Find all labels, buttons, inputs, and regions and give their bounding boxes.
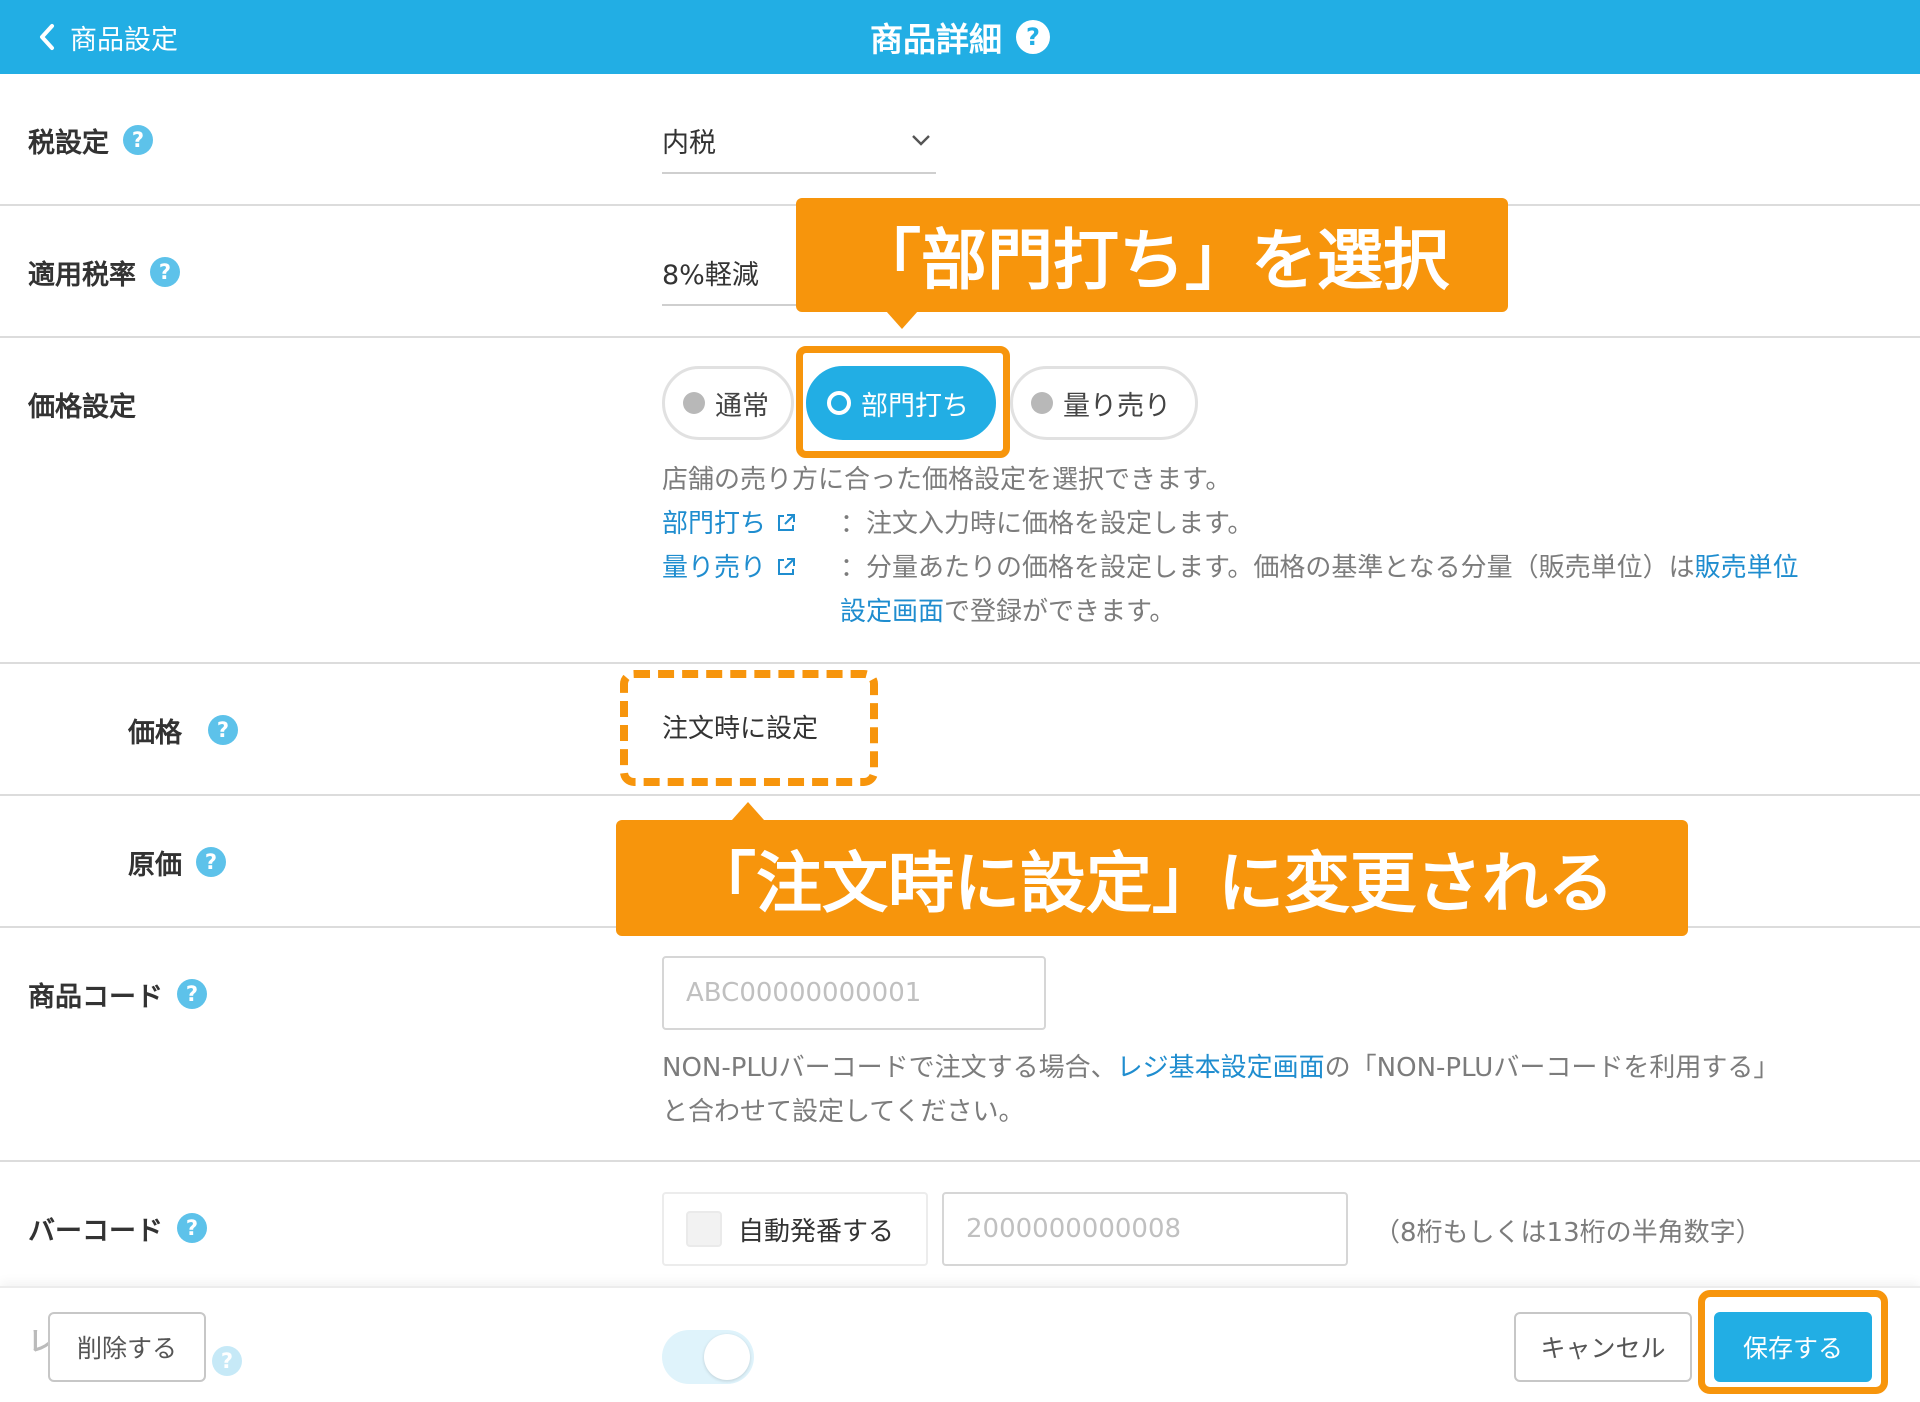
description-text: 店舗の売り方に合った価格設定を選択できます。: [662, 465, 1232, 495]
callout-pointer: [732, 802, 764, 820]
tax-setting-row: 税設定 ? 内税: [0, 74, 1920, 206]
product-code-label: 商品コード: [28, 981, 163, 1013]
help-icon[interactable]: ?: [150, 257, 180, 287]
callout-pointer: [886, 311, 918, 329]
department-line: 部門打ち ：注文入力時に価格を設定します。: [662, 502, 1892, 546]
barcode-row: バーコード ? 自動発番する 2000000000008 （8桁もしくは13桁の…: [0, 1162, 1920, 1292]
weight-text: ：分量あたりの価格を設定します。価格の基準となる分量（販売単位）は: [840, 553, 1695, 583]
chevron-down-icon: [912, 135, 930, 146]
help-icon[interactable]: ?: [1016, 20, 1050, 54]
note-before: NON-PLUバーコードで注文する場合、: [662, 1053, 1117, 1083]
cost-label: 原価: [128, 849, 182, 881]
cost-label-wrap: 原価 ?: [128, 842, 226, 882]
external-link-icon[interactable]: [774, 555, 798, 579]
note-line2: と合わせて設定してください。: [662, 1097, 1025, 1127]
external-link-icon[interactable]: [774, 511, 798, 535]
page-title-wrap: 商品詳細 ?: [0, 14, 1920, 60]
weight-link-wrap: 量り売り: [662, 546, 840, 634]
tax-rate-label-wrap: 適用税率 ?: [28, 252, 180, 292]
help-icon: ?: [212, 1346, 242, 1376]
cancel-button[interactable]: キャンセル: [1514, 1312, 1692, 1382]
price-label: 価格: [128, 717, 182, 749]
price-setting-label: 価格設定: [28, 391, 136, 423]
barcode-input[interactable]: 2000000000008: [942, 1192, 1348, 1266]
product-code-label-wrap: 商品コード ?: [28, 974, 207, 1014]
tax-setting-select[interactable]: 内税: [662, 108, 936, 174]
help-icon[interactable]: ?: [196, 847, 226, 877]
product-code-note: NON-PLUバーコードで注文する場合、レジ基本設定画面の「NON-PLUバーコ…: [662, 1046, 1902, 1134]
help-icon[interactable]: ?: [208, 715, 238, 745]
toggle-switch[interactable]: [662, 1330, 754, 1384]
price-setting-description: 店舗の売り方に合った価格設定を選択できます。 部門打ち ：注文入力時に価格を設定…: [662, 458, 1892, 634]
tax-setting-label-wrap: 税設定 ?: [28, 120, 153, 160]
register-settings-link[interactable]: レジ基本設定画面: [1117, 1053, 1325, 1083]
weight-text-wrap: ：分量あたりの価格を設定します。価格の基準となる分量（販売単位）は販売単位 設定…: [840, 546, 1880, 634]
delete-button[interactable]: 削除する: [48, 1312, 206, 1382]
department-text: ：注文入力時に価格を設定します。: [840, 509, 1254, 539]
price-option-weight[interactable]: 量り売り: [1010, 366, 1198, 440]
footer-bar: レ ? 削除する キャンセル 保存する: [0, 1286, 1920, 1402]
tax-setting-value: 内税: [662, 127, 716, 159]
price-label-wrap: 価格 ?: [128, 710, 238, 750]
barcode-label: バーコード: [28, 1215, 163, 1247]
sales-unit-link[interactable]: 販売単位: [1695, 553, 1799, 583]
help-icon[interactable]: ?: [123, 125, 153, 155]
price-setting-label-wrap: 価格設定: [28, 384, 136, 424]
product-code-row: 商品コード ? ABC00000000001 NON-PLUバーコードで注文する…: [0, 928, 1920, 1162]
department-link-wrap: 部門打ち: [662, 502, 840, 546]
price-option-normal[interactable]: 通常: [662, 366, 794, 440]
settings-screen-link[interactable]: 設定画面: [840, 597, 944, 627]
highlight-department-option: [796, 346, 1010, 458]
callout-price-changed: 「注文時に設定」に変更される: [616, 820, 1688, 936]
tax-setting-label: 税設定: [28, 127, 109, 159]
auto-number-label: 自動発番する: [738, 1216, 895, 1247]
page-title: 商品詳細: [870, 20, 1002, 59]
tax-rate-label: 適用税率: [28, 259, 136, 291]
price-row: 価格 ? 注文時に設定: [0, 664, 1920, 796]
department-link[interactable]: 部門打ち: [662, 509, 766, 539]
highlight-price-value: [620, 670, 878, 786]
auto-number-checkbox[interactable]: 自動発番する: [662, 1192, 928, 1266]
navigation-bar: 商品設定 商品詳細 ?: [0, 0, 1920, 74]
option-label: 通常: [715, 390, 769, 422]
note-after: の「NON-PLUバーコードを利用する」: [1324, 1053, 1780, 1083]
toggle-knob: [704, 1334, 750, 1380]
tax-rate-value: 8%軽減: [662, 259, 759, 291]
callout-select-department: 「部門打ち」を選択: [796, 198, 1508, 312]
option-label: 量り売り: [1063, 390, 1171, 422]
help-icon[interactable]: ?: [177, 979, 207, 1009]
product-code-input[interactable]: ABC00000000001: [662, 956, 1046, 1030]
radio-dot-icon: [683, 392, 705, 414]
barcode-label-wrap: バーコード ?: [28, 1208, 207, 1248]
radio-dot-icon: [1031, 392, 1053, 414]
highlight-save-button: [1698, 1290, 1888, 1394]
help-icon[interactable]: ?: [177, 1213, 207, 1243]
checkbox-box[interactable]: [686, 1211, 722, 1247]
barcode-hint: （8桁もしくは13桁の半角数字）: [1374, 1218, 1762, 1248]
weight-line: 量り売り ：分量あたりの価格を設定します。価格の基準となる分量（販売単位）は販売…: [662, 546, 1892, 634]
weight-link[interactable]: 量り売り: [662, 553, 766, 583]
weight-text-end: で登録ができます。: [944, 597, 1176, 627]
